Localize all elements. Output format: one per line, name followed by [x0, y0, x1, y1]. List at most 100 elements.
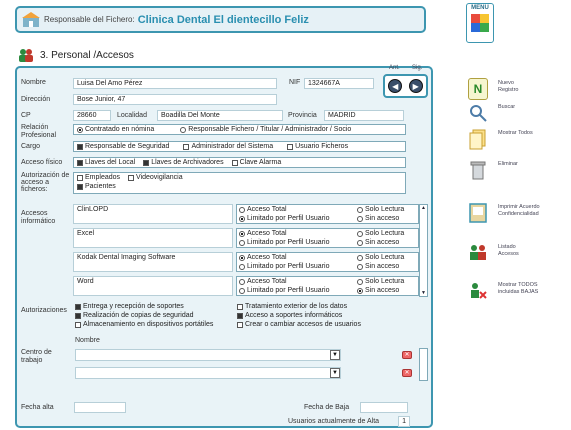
radio-icon	[239, 230, 245, 237]
usuarios-count: 1	[398, 416, 410, 427]
entrega-soportes-option[interactable]: Entrega y recepción de soportes	[75, 303, 184, 310]
centro-scrollbar[interactable]	[419, 348, 428, 381]
direccion-field[interactable]: Bose Junior, 47	[73, 94, 277, 105]
acceso-soportes-option[interactable]: Acceso a soportes informáticos	[237, 312, 342, 319]
accesos-scrollbar[interactable]: ▲ ▼	[419, 204, 428, 297]
checkbox-icon	[237, 312, 243, 319]
sin-acceso-radio[interactable]: Sin acceso	[357, 287, 416, 294]
trash-icon	[470, 161, 486, 180]
fecha-alta-field[interactable]	[74, 402, 126, 413]
pacientes-option[interactable]: Pacientes	[77, 183, 402, 190]
access-options: Acceso Total Solo Lectura Limitado por Per…	[236, 276, 419, 296]
autorizacion-group: Empleados Videovigilancia Pacientes	[73, 172, 406, 194]
radio-icon	[357, 254, 363, 261]
nombre-field[interactable]: Luisa Del Amo Pérez	[73, 78, 277, 89]
access-row: Kodak Dental Imaging Software Acceso Tota…	[73, 252, 419, 272]
printer-icon	[469, 203, 487, 223]
checkbox-icon	[75, 312, 81, 319]
eliminar-button[interactable]: Eliminar	[468, 159, 518, 181]
sin-acceso-radio[interactable]: Sin acceso	[357, 239, 416, 246]
clave-alarma-option[interactable]: Clave Alarma	[231, 159, 281, 166]
mostrar-bajas-button[interactable]: Mostrar TODOS incluidas BAJAS	[468, 280, 554, 302]
relacion-option-nomina[interactable]: Contratado en nómina	[77, 126, 154, 133]
buscar-button[interactable]: Buscar	[468, 102, 515, 124]
cargo-option-admin[interactable]: Administrador del Sistema	[183, 143, 273, 150]
scroll-down-icon: ▼	[421, 290, 426, 296]
cargo-label: Cargo	[21, 143, 41, 150]
access-row: Word Acceso Total Solo Lectura Limitado por…	[73, 276, 419, 296]
cp-field[interactable]: 28660	[73, 110, 111, 121]
limitado-perfil-radio[interactable]: Limitado por Perfil Usuario	[239, 239, 357, 246]
centro-label: Centro de trabajo	[21, 349, 52, 364]
copias-seguridad-option[interactable]: Realización de copias de seguridad	[75, 312, 194, 319]
program-name: Excel	[73, 228, 233, 248]
provincia-label: Provincia	[288, 112, 317, 119]
crear-accesos-option[interactable]: Crear o cambiar accesos de usuarios	[237, 321, 361, 328]
prev-button[interactable]: ◀	[388, 79, 403, 93]
solo-lectura-radio[interactable]: Solo Lectura	[357, 230, 416, 237]
people-icon	[19, 49, 33, 62]
usuarios-label: Usuarios actualmente de Alta	[288, 418, 380, 425]
acceso-total-radio[interactable]: Acceso Total	[239, 278, 357, 285]
provincia-field[interactable]: MADRID	[324, 110, 404, 121]
delete-icon[interactable]: ✕	[402, 369, 412, 377]
imprimir-acuerdo-button[interactable]: Imprimir Acuerdo Confidencialidad	[468, 202, 556, 224]
relacion-label: Relación Profesional	[21, 124, 57, 139]
clinic-icon	[22, 11, 40, 27]
llaves-archivadores-option[interactable]: Llaves de Archivadores	[143, 159, 224, 166]
radio-icon	[239, 206, 245, 213]
localidad-field[interactable]: Boadilla Del Monte	[157, 110, 283, 121]
cargo-option-seguridad[interactable]: Responsable de Seguridad	[77, 143, 169, 150]
limitado-perfil-radio[interactable]: Limitado por Perfil Usuario	[239, 215, 357, 222]
direccion-label: Dirección	[21, 96, 51, 103]
program-name: Word	[73, 276, 233, 296]
mostrar-todos-button[interactable]: Mostrar Todos	[468, 128, 534, 150]
videovigilancia-option[interactable]: Videovigilancia	[128, 174, 183, 181]
menu-button[interactable]: MENU	[466, 3, 494, 43]
nuevo-registro-button[interactable]: N Nuevo Registro	[468, 78, 534, 100]
accesos-list: ClinLOPD Acceso Total Solo Lectura Limitado…	[73, 204, 419, 298]
centro-select-2[interactable]	[75, 367, 341, 379]
solo-lectura-radio[interactable]: Solo Lectura	[357, 254, 416, 261]
nif-field[interactable]: 1324667A	[304, 78, 374, 89]
acceso-total-radio[interactable]: Acceso Total	[239, 230, 357, 237]
people-list-icon	[470, 245, 486, 260]
limitado-perfil-radio[interactable]: Limitado por Perfil Usuario	[239, 263, 357, 270]
acceso-total-radio[interactable]: Acceso Total	[239, 254, 357, 261]
centro-select-1[interactable]	[75, 349, 341, 361]
llaves-local-option[interactable]: Llaves del Local	[77, 159, 135, 166]
tratamiento-exterior-option[interactable]: Tratamiento exterior de los datos	[237, 303, 347, 310]
cp-label: CP	[21, 112, 31, 119]
delete-icon[interactable]: ✕	[402, 351, 412, 359]
fecha-baja-field[interactable]	[360, 402, 408, 413]
header-value: Clinica Dental El dientecillo Feliz	[137, 13, 309, 26]
header-label: Responsable del Fichero:	[44, 15, 135, 24]
menu-grid-icon	[471, 14, 489, 32]
checkbox-icon	[128, 174, 135, 181]
relacion-option-responsable[interactable]: Responsable Fichero / Titular / Administ…	[180, 126, 351, 133]
sin-acceso-radio[interactable]: Sin acceso	[357, 263, 416, 270]
limitado-perfil-radio[interactable]: Limitado por Perfil Usuario	[239, 287, 357, 294]
radio-icon	[77, 126, 83, 133]
dropdown-arrow-icon[interactable]: ▼	[330, 350, 340, 360]
centro-column-header: Nombre	[75, 337, 100, 344]
almacenamiento-option[interactable]: Almacenamiento en dispositivos portátile…	[75, 321, 213, 328]
radio-icon	[180, 126, 187, 133]
solo-lectura-radio[interactable]: Solo Lectura	[357, 206, 416, 213]
next-button[interactable]: ▶	[408, 79, 423, 93]
new-record-icon: N	[468, 78, 488, 100]
acceso-total-radio[interactable]: Acceso Total	[239, 206, 357, 213]
checkbox-icon	[183, 143, 190, 150]
access-options: Acceso Total Solo Lectura Limitado por Per…	[236, 228, 419, 248]
sin-acceso-radio[interactable]: Sin acceso	[357, 215, 416, 222]
accesos-label: Accesos informático	[21, 210, 56, 225]
search-icon	[470, 105, 487, 122]
radio-icon	[357, 215, 363, 222]
prev-label: Ant.	[389, 65, 400, 71]
cargo-option-usuario[interactable]: Usuario Ficheros	[287, 143, 348, 150]
autorizaciones-label: Autorizaciones	[21, 307, 67, 314]
dropdown-arrow-icon[interactable]: ▼	[330, 368, 340, 378]
solo-lectura-radio[interactable]: Solo Lectura	[357, 278, 416, 285]
listado-accesos-button[interactable]: Listado Accesos	[468, 242, 534, 264]
empleados-option[interactable]: Empleados	[77, 174, 120, 181]
